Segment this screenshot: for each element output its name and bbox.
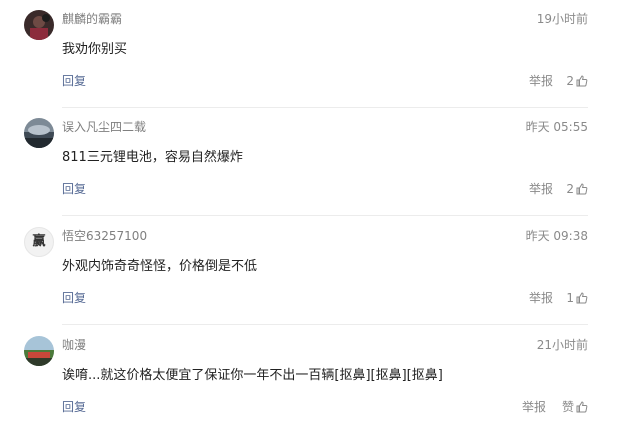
like-count: 1 (566, 291, 574, 305)
comment-item: 麒麟的霸霸 19小时前 我劝你别买 回复 举报 2 (0, 10, 640, 118)
comment-username[interactable]: 误入凡尘四二载 (62, 118, 146, 136)
comment-divider (62, 324, 588, 325)
report-button[interactable]: 举报 (522, 398, 546, 416)
comment-username[interactable]: 悟空63257100 (62, 227, 147, 245)
comment-item: 误入凡尘四二载 昨天 05:55 811三元锂电池，容易自然爆炸 回复 举报 2 (0, 118, 640, 226)
report-button[interactable]: 举报 (529, 180, 553, 198)
report-button[interactable]: 举报 (529, 72, 553, 90)
thumbs-up-icon (576, 183, 588, 195)
reply-button[interactable]: 回复 (62, 72, 86, 90)
comment-text: 诶唷...就这价格太便宜了保证你一年不出一百辆[抠鼻][抠鼻][抠鼻] (62, 368, 443, 383)
comment-text: 外观内饰奇奇怪怪，价格倒是不低 (62, 259, 258, 274)
thumbs-up-icon (576, 75, 588, 87)
comment-time: 昨天 09:38 (525, 229, 588, 243)
comment-time: 21小时前 (536, 338, 588, 352)
reply-button[interactable]: 回复 (62, 289, 86, 307)
comment-username[interactable]: 咖漫 (62, 336, 86, 354)
like-button[interactable]: 赞 (562, 398, 588, 416)
comment-text: 我劝你别买 (62, 42, 128, 57)
reply-button[interactable]: 回复 (62, 180, 86, 198)
user-avatar[interactable] (24, 10, 54, 40)
like-count: 2 (566, 74, 574, 88)
comment-time: 昨天 05:55 (525, 120, 588, 134)
like-button[interactable]: 1 (566, 289, 588, 307)
comment-item: 赢 悟空63257100 昨天 09:38 外观内饰奇奇怪怪，价格倒是不低 回复… (0, 227, 640, 335)
comment-divider (62, 107, 588, 108)
user-avatar[interactable]: 赢 (24, 227, 54, 257)
user-avatar[interactable] (24, 336, 54, 366)
report-button[interactable]: 举报 (529, 289, 553, 307)
thumbs-up-icon (576, 292, 588, 304)
comment-time: 19小时前 (536, 12, 588, 26)
like-count: 2 (566, 182, 574, 196)
comment-text: 811三元锂电池，容易自然爆炸 (62, 150, 243, 165)
comment-item: 咖漫 21小时前 诶唷...就这价格太便宜了保证你一年不出一百辆[抠鼻][抠鼻]… (0, 336, 640, 444)
comment-username[interactable]: 麒麟的霸霸 (62, 10, 122, 28)
like-count: 赞 (561, 400, 574, 414)
user-avatar[interactable] (24, 118, 54, 148)
comment-divider (62, 215, 588, 216)
thumbs-up-icon (576, 401, 588, 413)
reply-button[interactable]: 回复 (62, 398, 86, 416)
like-button[interactable]: 2 (566, 180, 588, 198)
like-button[interactable]: 2 (566, 72, 588, 90)
